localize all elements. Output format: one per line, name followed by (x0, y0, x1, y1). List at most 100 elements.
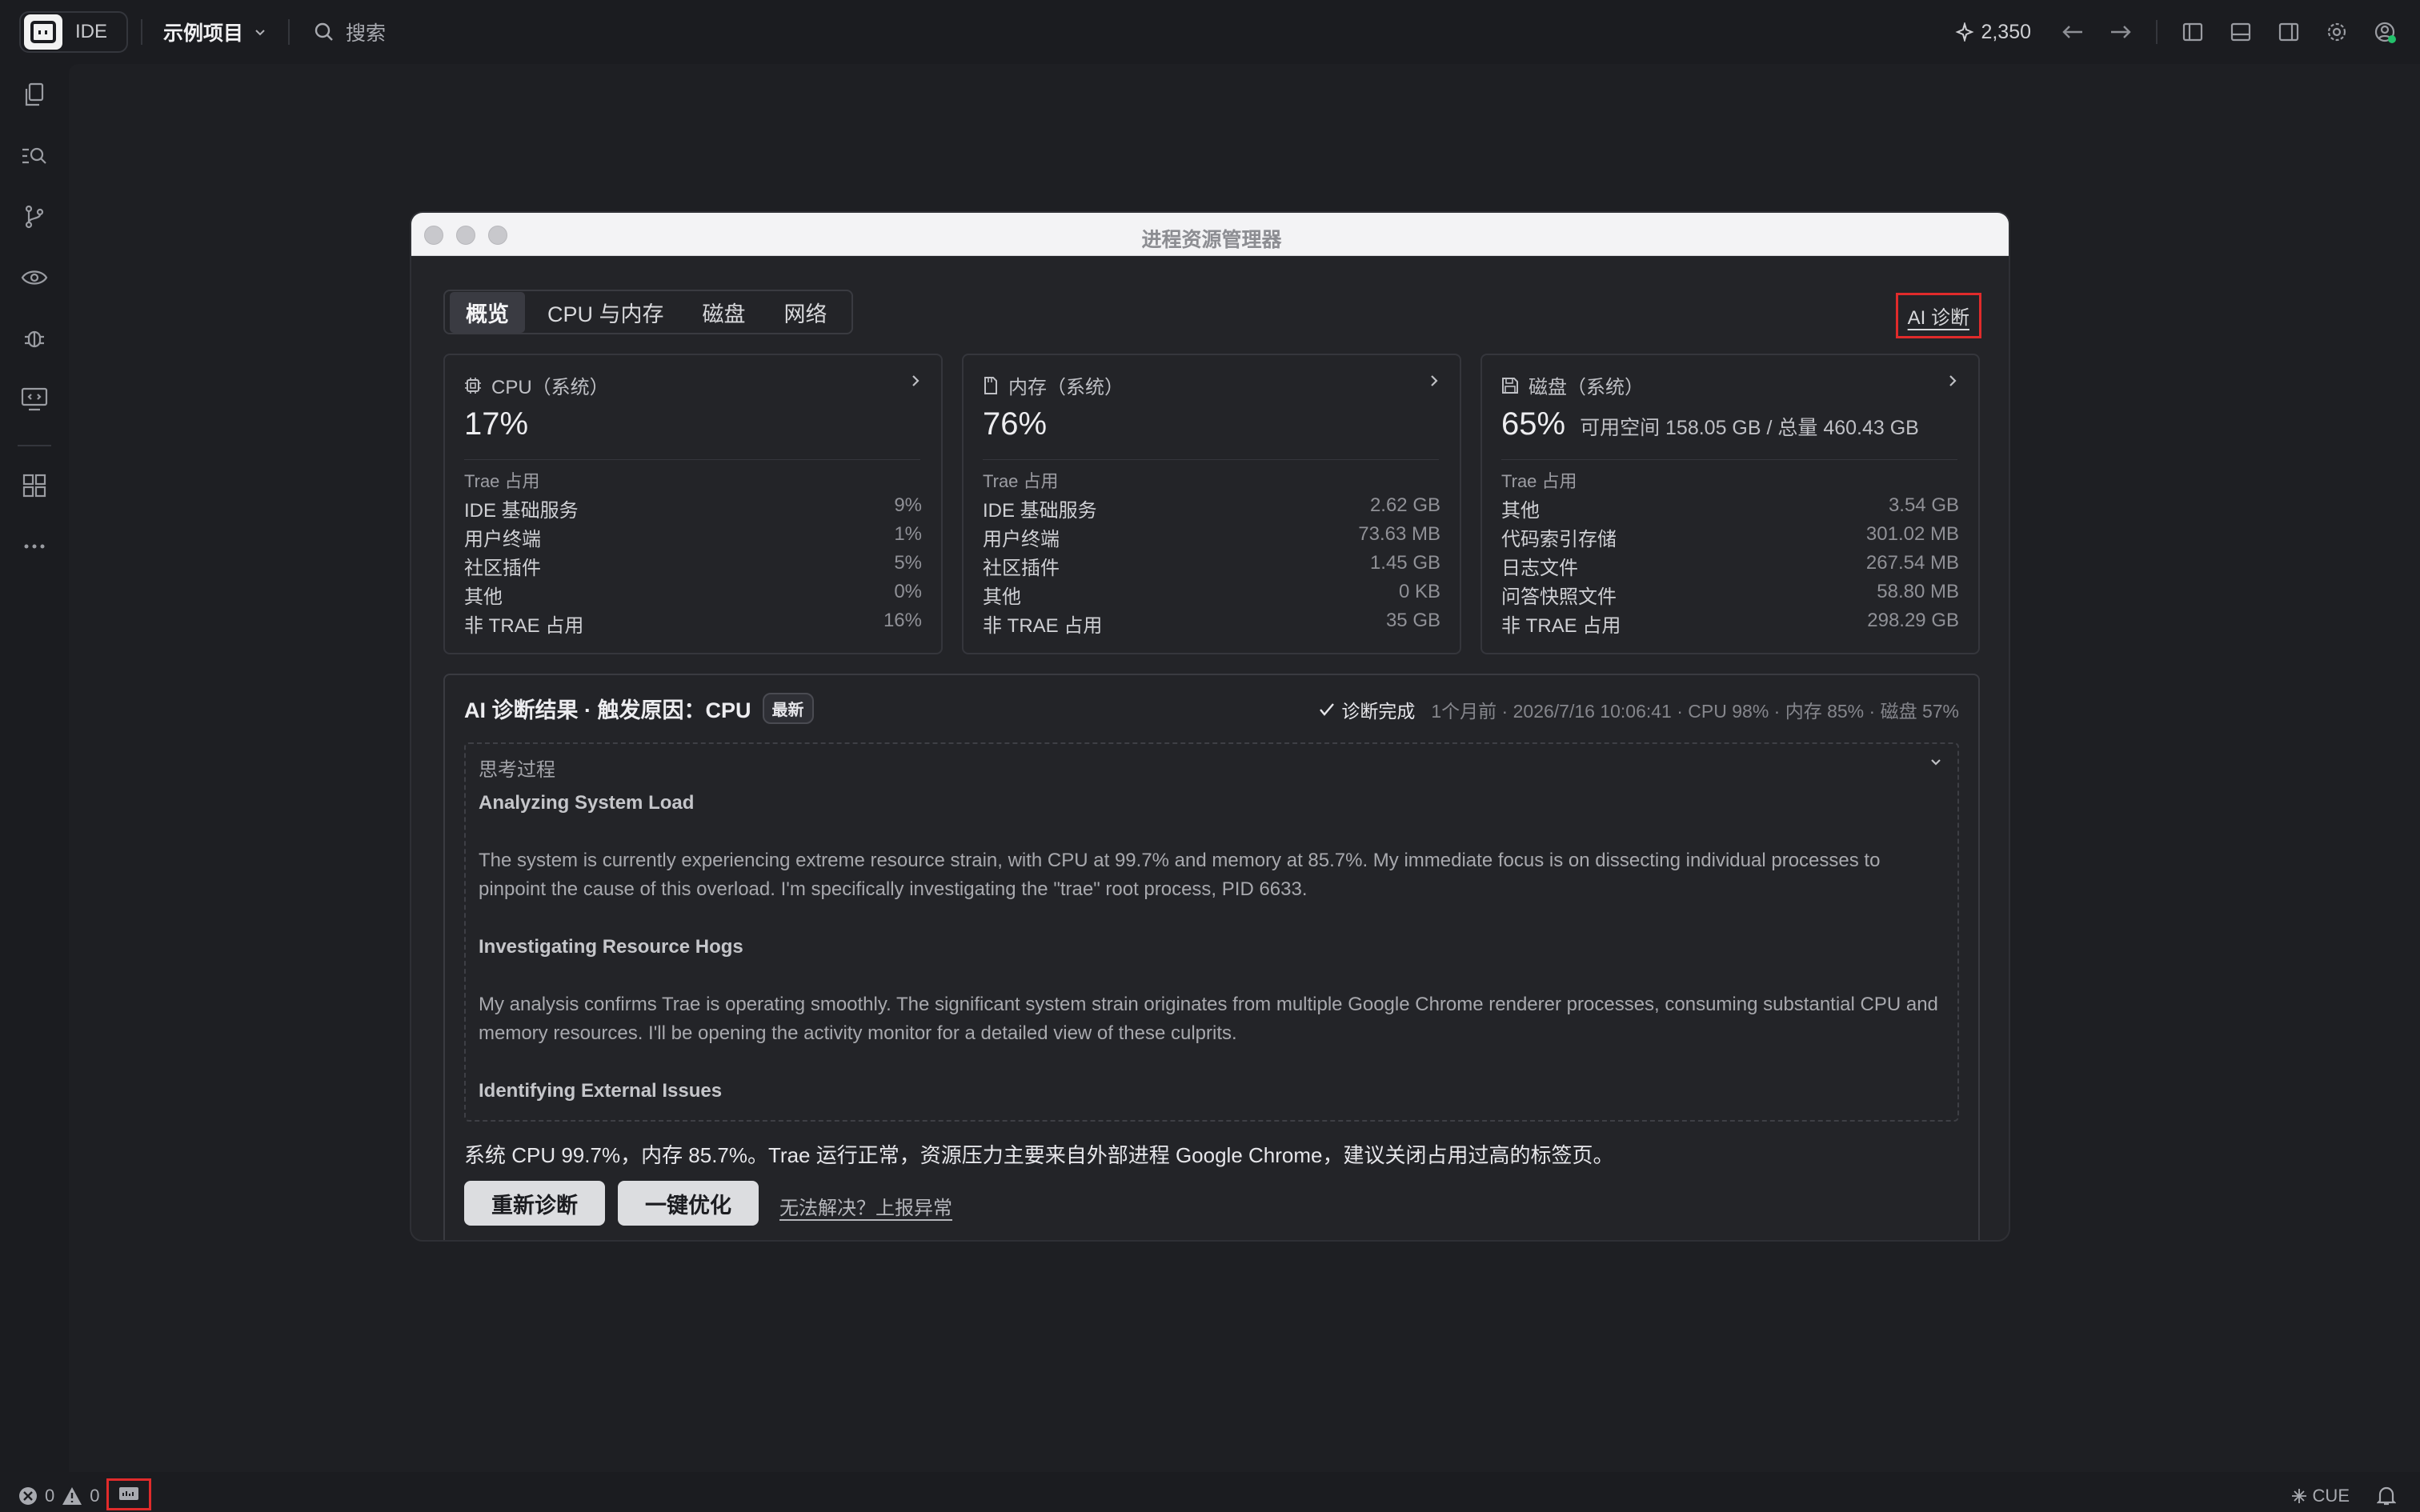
chevron-right-icon[interactable] (1946, 371, 1959, 394)
row-label: 代码索引存储 (1501, 529, 1617, 550)
usage-row: 非 TRAE 占用 298.29 GB (1501, 610, 1959, 638)
thinking-paragraph: The system is currently experiencing ext… (479, 850, 1881, 900)
divider (2156, 20, 2158, 44)
settings-gear-icon[interactable] (2324, 19, 2350, 45)
memory-card[interactable]: 内存（系统） 76% Trae 占用 IDE 基础服务 2.62 GB 用户终端 7… (962, 354, 1461, 654)
diagnosis-summary: 系统 CPU 99.7%，内存 85.7%。Trae 运行正常，资源压力主要来自… (464, 1143, 1614, 1167)
row-value: 0 KB (1398, 581, 1440, 602)
ide-mode-switch[interactable]: IDE (19, 11, 128, 53)
ai-diagnose-link[interactable]: AI 诊断 (1895, 293, 1981, 338)
extensions-grid-icon[interactable] (19, 470, 50, 501)
row-value: 1.45 GB (1369, 552, 1440, 574)
one-click-optimize-button[interactable]: 一键优化 (618, 1181, 759, 1226)
activity-bar (0, 64, 69, 1472)
card-title: 磁盘（系统） (1529, 377, 1644, 398)
memory-icon (984, 376, 997, 394)
divider (18, 445, 51, 446)
row-label: 问答快照文件 (1501, 586, 1617, 608)
app-logo-icon (24, 14, 62, 50)
usage-row: 其他 0 KB (983, 581, 1440, 610)
resource-monitor-icon[interactable] (106, 1478, 151, 1510)
divider (983, 459, 1439, 460)
toggle-bottom-panel-icon[interactable] (2228, 19, 2254, 45)
warning-count: 0 (90, 1486, 100, 1506)
card-value-row: 65% 可用空间 158.05 GB / 总量 460.43 GB (1501, 406, 1919, 442)
row-label: 其他 (464, 586, 503, 608)
card-header: CPU（系统） (464, 371, 609, 399)
window-title-bar[interactable]: 进程资源管理器 (411, 213, 2009, 256)
error-circle-icon[interactable] (18, 1486, 38, 1506)
disk-space-info: 可用空间 158.05 GB / 总量 460.43 GB (1580, 417, 1919, 439)
card-title: CPU（系统） (491, 377, 609, 398)
memory-usage-value: 76% (983, 406, 1048, 442)
thinking-label: 思考过程 (479, 759, 555, 781)
usage-row: 问答快照文件 58.80 MB (1501, 581, 1959, 610)
usage-row: 非 TRAE 占用 16% (464, 610, 922, 638)
disk-card[interactable]: 磁盘（系统） 65% 可用空间 158.05 GB / 总量 460.43 GB… (1480, 354, 1980, 654)
search-list-icon[interactable] (19, 141, 50, 171)
card-header: 磁盘（系统） (1501, 371, 1644, 399)
notification-bell-icon[interactable] (2377, 1486, 2396, 1506)
cpu-card[interactable]: CPU（系统） 17% Trae 占用 IDE 基础服务 9% 用户终端 1% 社区… (443, 354, 943, 654)
checkmark-icon (1320, 703, 1335, 716)
card-value-row: 17% (464, 406, 528, 442)
divider (141, 19, 142, 45)
disk-usage-value: 65% (1501, 406, 1566, 442)
top-right-toolbar: 2,350 (1955, 14, 2398, 50)
row-label: 非 TRAE 占用 (464, 615, 584, 637)
row-value: 298.29 GB (1867, 610, 1959, 631)
chevron-right-icon[interactable] (909, 371, 922, 394)
row-label: 非 TRAE 占用 (1501, 615, 1621, 637)
thinking-heading: Analyzing System Load (479, 792, 695, 814)
credits-indicator[interactable]: 2,350 (1955, 21, 2031, 44)
row-value: 0% (894, 581, 922, 602)
warning-triangle-icon[interactable] (61, 1486, 83, 1506)
chevron-down-icon (255, 30, 265, 36)
debug-bug-icon[interactable] (19, 323, 50, 354)
project-selector[interactable]: 示例项目 (163, 18, 267, 46)
chevron-right-icon[interactable] (1428, 371, 1440, 394)
remote-monitor-icon[interactable] (19, 384, 50, 414)
ide-label: IDE (75, 21, 108, 42)
row-label: 社区插件 (983, 558, 1060, 579)
forward-arrow-icon[interactable] (2108, 19, 2134, 45)
row-value: 73.63 MB (1358, 523, 1440, 545)
report-issue-link[interactable]: 无法解决？上报异常 (779, 1192, 952, 1220)
rediagnose-button[interactable]: 重新诊断 (464, 1181, 605, 1226)
explorer-files-icon[interactable] (19, 80, 50, 110)
usage-row: IDE 基础服务 9% (464, 494, 922, 523)
search-box[interactable]: 搜索 (314, 18, 386, 46)
latest-badge: 最新 (762, 693, 814, 724)
usage-row: 用户终端 1% (464, 523, 922, 552)
cue-indicator[interactable]: CUE (2290, 1486, 2350, 1506)
preview-eye-icon[interactable] (19, 262, 50, 293)
usage-row: 社区插件 5% (464, 552, 922, 581)
usage-row: 用户终端 73.63 MB (983, 523, 1440, 552)
more-ellipsis-icon[interactable] (19, 531, 50, 562)
row-value: 9% (894, 494, 922, 516)
row-value: 2.62 GB (1369, 494, 1440, 516)
status-text: 诊断完成 (1341, 701, 1416, 722)
usage-rows: IDE 基础服务 2.62 GB 用户终端 73.63 MB 社区插件 1.45 GB… (983, 494, 1440, 638)
thinking-process-box[interactable]: 思考过程 Analyzing System Load The system is… (464, 742, 1959, 1122)
status-left: 0 0 (18, 1478, 151, 1510)
tab-cpu-memory[interactable]: CPU 与内存 (531, 292, 680, 333)
tab-network[interactable]: 网络 (768, 292, 843, 333)
section-label: Trae 占用 (983, 471, 1059, 491)
back-arrow-icon[interactable] (2060, 19, 2085, 45)
tab-disk[interactable]: 磁盘 (687, 292, 762, 333)
thinking-heading: Identifying External Issues (479, 1080, 723, 1102)
usage-row: 其他 3.54 GB (1501, 494, 1959, 523)
divider (288, 19, 290, 45)
cpu-usage-value: 17% (464, 406, 529, 442)
source-control-branch-icon[interactable] (19, 202, 50, 232)
account-avatar-icon[interactable] (2372, 19, 2398, 45)
usage-row: 非 TRAE 占用 35 GB (983, 610, 1440, 638)
row-value: 267.54 MB (1865, 552, 1959, 574)
chevron-down-icon[interactable] (1929, 752, 1943, 774)
section-label: Trae 占用 (1501, 471, 1577, 491)
toggle-left-panel-icon[interactable] (2180, 19, 2206, 45)
tab-overview[interactable]: 概览 (450, 291, 525, 333)
toggle-right-panel-icon[interactable] (2276, 19, 2302, 45)
row-label: 社区插件 (464, 558, 541, 579)
